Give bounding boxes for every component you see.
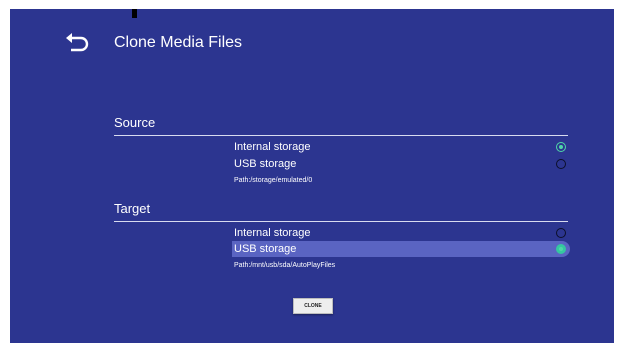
page-title: Clone Media Files xyxy=(114,34,243,51)
source-option-label: USB storage xyxy=(234,158,297,170)
target-section-label: Target xyxy=(114,201,151,216)
source-option-usb-storage[interactable]: USB storage xyxy=(232,156,570,172)
clone-media-screen: Clone Media Files Source Internal storag… xyxy=(10,9,614,343)
back-button[interactable] xyxy=(62,31,92,57)
radio-selected-icon[interactable] xyxy=(556,244,566,254)
target-divider xyxy=(114,221,568,222)
radio-selected-icon[interactable] xyxy=(556,142,566,152)
status-sliver xyxy=(132,9,137,18)
target-path: Path:/mnt/usb/sda/AutoPlayFiles xyxy=(234,262,336,269)
clone-button[interactable]: CLONE xyxy=(293,298,333,314)
radio-unselected-icon[interactable] xyxy=(556,228,566,238)
source-option-label: Internal storage xyxy=(234,141,311,153)
target-option-internal-storage[interactable]: Internal storage xyxy=(232,225,570,241)
back-arrow-icon xyxy=(66,33,89,52)
target-option-label: Internal storage xyxy=(234,227,311,239)
source-option-internal-storage[interactable]: Internal storage xyxy=(232,139,570,155)
source-section-label: Source xyxy=(114,115,156,130)
source-divider xyxy=(114,135,568,136)
target-option-label: USB storage xyxy=(234,243,297,255)
target-option-usb-storage[interactable]: USB storage xyxy=(232,241,570,257)
radio-unselected-icon[interactable] xyxy=(556,159,566,169)
source-path: Path:/storage/emulated/0 xyxy=(234,177,313,184)
